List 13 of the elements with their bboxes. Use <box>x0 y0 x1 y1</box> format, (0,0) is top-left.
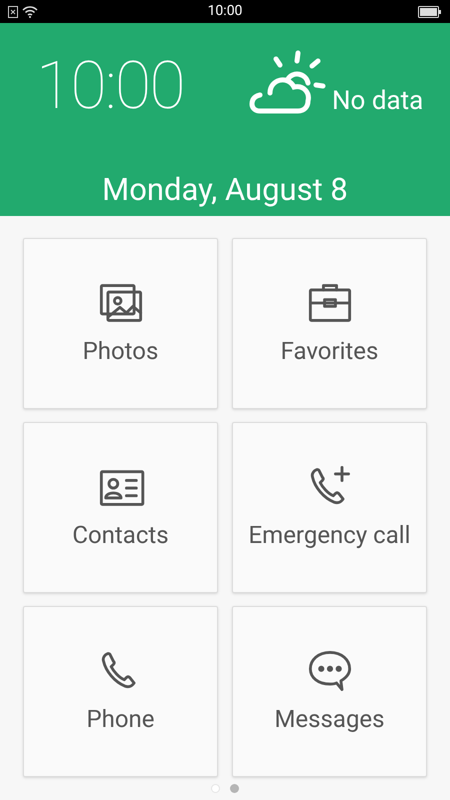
date-text: Monday, August 8 <box>101 170 349 210</box>
app-tile[interactable]: Photos <box>23 238 218 409</box>
status-time: 10:00 <box>208 2 242 21</box>
sim-icon <box>8 6 18 18</box>
battery-icon <box>418 6 442 18</box>
weather-status: No data <box>332 85 424 118</box>
app-tile[interactable]: Messages <box>232 606 427 777</box>
app-tile[interactable]: Contacts <box>23 422 218 593</box>
app-tile[interactable]: Emergency call <box>232 422 427 593</box>
wifi-icon <box>22 6 38 18</box>
clock-text: 10:00 <box>36 54 185 120</box>
app-tile[interactable]: Favorites <box>232 238 427 409</box>
app-tile[interactable]: Phone <box>23 606 218 777</box>
